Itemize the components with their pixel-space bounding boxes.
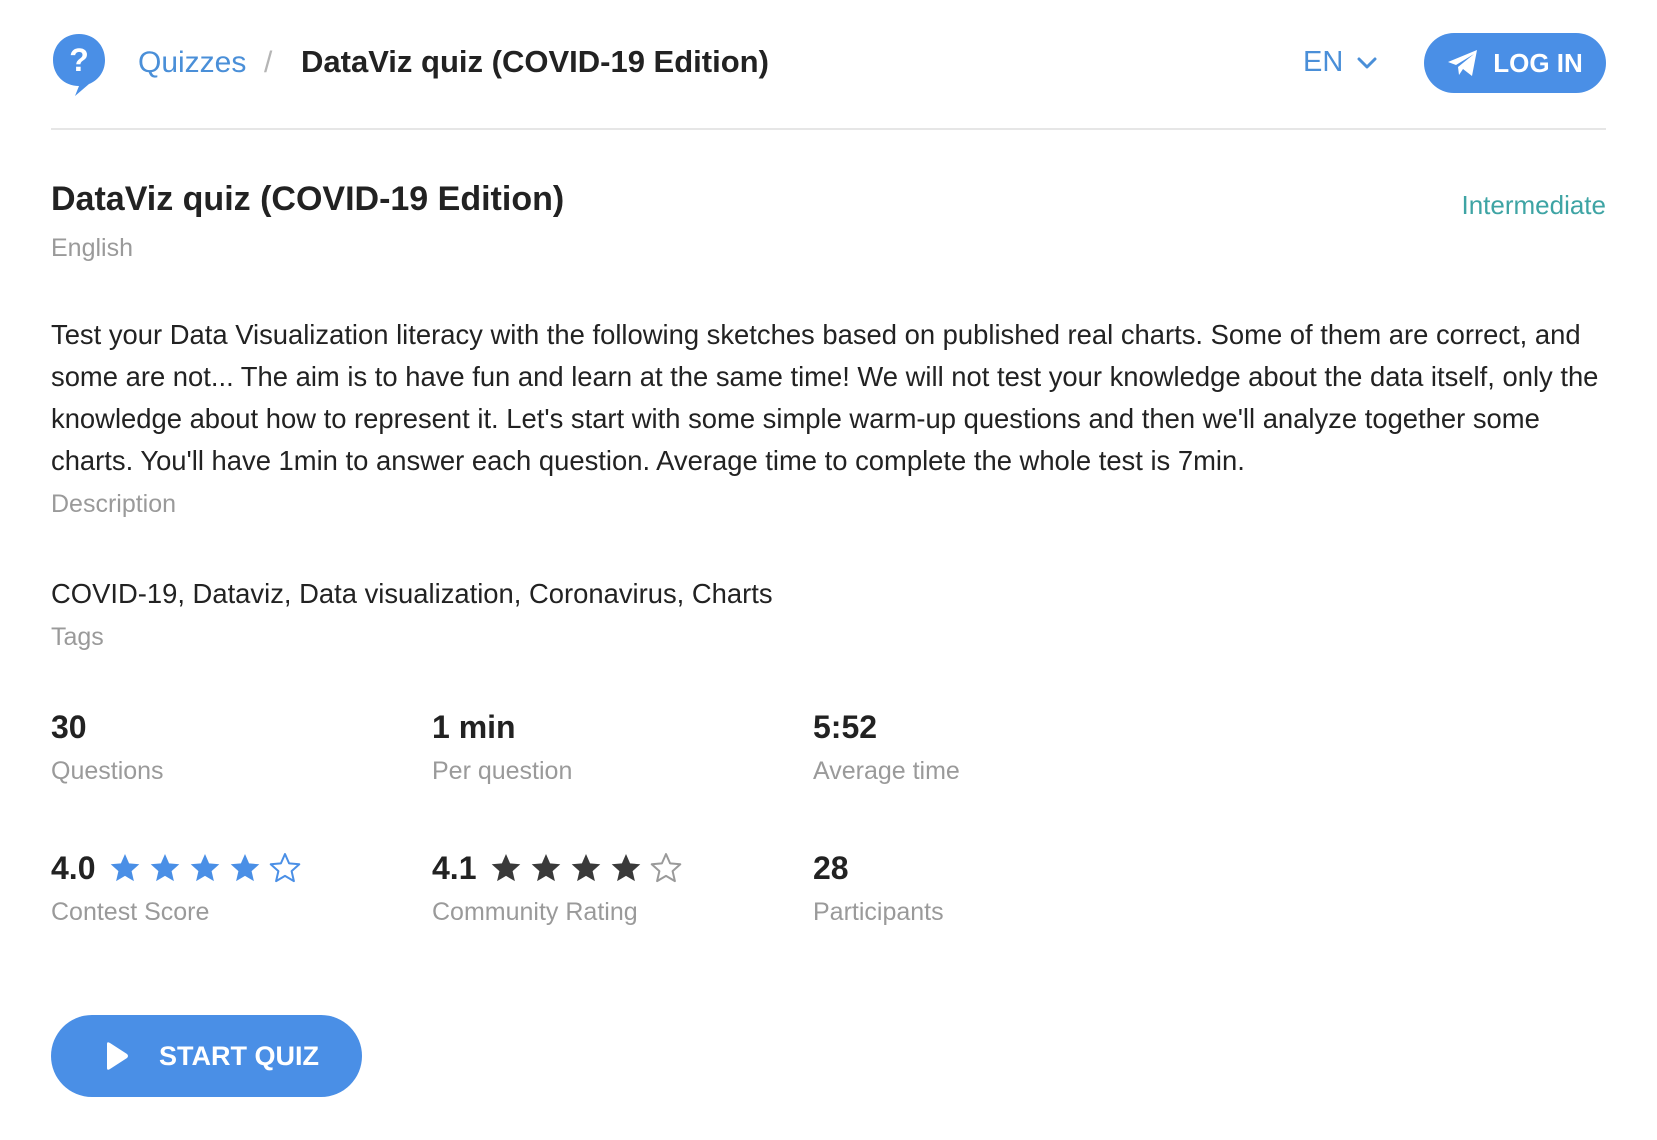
- star-empty-icon: [270, 853, 301, 883]
- star-filled-icon: [151, 854, 180, 882]
- contest-score-stars: [109, 852, 309, 884]
- star-filled-icon: [111, 854, 140, 882]
- community-rating-label: Community Rating: [432, 898, 638, 926]
- quiz-tags: COVID-19, Dataviz, Data visualization, C…: [51, 578, 773, 609]
- language-label: EN: [1303, 46, 1344, 78]
- chevron-down-icon: [1357, 57, 1377, 68]
- breadcrumb-quizzes-link[interactable]: Quizzes: [138, 46, 246, 80]
- play-icon: [107, 1042, 128, 1070]
- contest-score-label: Contest Score: [51, 898, 210, 926]
- community-rating-stars: [490, 852, 690, 884]
- stat-average-time: 5:52 Average time: [813, 707, 960, 786]
- star-filled-icon: [612, 854, 641, 882]
- top-header: ? Quizzes / DataViz quiz (COVID-19 Editi…: [51, 0, 1606, 130]
- star-filled-icon: [191, 854, 220, 882]
- quiz-language: English: [51, 234, 133, 262]
- per-question-label: Per question: [432, 757, 573, 785]
- login-label: LOG IN: [1493, 47, 1583, 78]
- breadcrumb-separator: /: [264, 46, 273, 79]
- star-filled-icon: [231, 854, 260, 882]
- telegram-send-icon: [1448, 50, 1478, 76]
- questions-count: 30: [51, 708, 87, 745]
- stat-contest-score: 4.0 Contest Score: [51, 848, 309, 927]
- stat-community-rating: 4.1 Community Rating: [432, 848, 690, 927]
- average-time-label: Average time: [813, 757, 960, 785]
- quiz-page: ? Quizzes / DataViz quiz (COVID-19 Editi…: [51, 0, 1606, 1097]
- community-rating-value: 4.1: [432, 849, 477, 886]
- login-button[interactable]: LOG IN: [1424, 33, 1606, 93]
- contest-score-value: 4.0: [51, 849, 96, 886]
- description-label: Description: [51, 490, 177, 518]
- quiz-title: DataViz quiz (COVID-19 Edition): [51, 180, 565, 218]
- stat-per-question: 1 min Per question: [432, 707, 572, 786]
- difficulty-level: Intermediate: [1461, 190, 1606, 220]
- tags-label: Tags: [51, 623, 104, 651]
- language-selector[interactable]: EN: [1303, 46, 1377, 79]
- questions-label: Questions: [51, 757, 164, 785]
- per-question-value: 1 min: [432, 708, 516, 745]
- quiz-description: Test your Data Visualization literacy wi…: [51, 319, 1599, 476]
- logo-question-icon[interactable]: ?: [51, 32, 107, 98]
- breadcrumb-current: DataViz quiz (COVID-19 Edition): [301, 44, 769, 79]
- star-empty-icon: [651, 853, 682, 883]
- stat-questions: 30 Questions: [51, 707, 164, 786]
- participants-count: 28: [813, 849, 849, 886]
- star-filled-icon: [572, 854, 601, 882]
- logo-glyph: ?: [69, 42, 89, 78]
- average-time-value: 5:52: [813, 708, 878, 745]
- participants-label: Participants: [813, 898, 944, 926]
- star-filled-icon: [532, 854, 561, 882]
- star-filled-icon: [492, 854, 521, 882]
- stat-participants: 28 Participants: [813, 848, 944, 927]
- contest-score-row: 4.0: [51, 848, 309, 888]
- start-quiz-label: START QUIZ: [159, 1040, 319, 1071]
- start-quiz-button[interactable]: START QUIZ: [51, 1015, 362, 1097]
- community-rating-row: 4.1: [432, 848, 690, 888]
